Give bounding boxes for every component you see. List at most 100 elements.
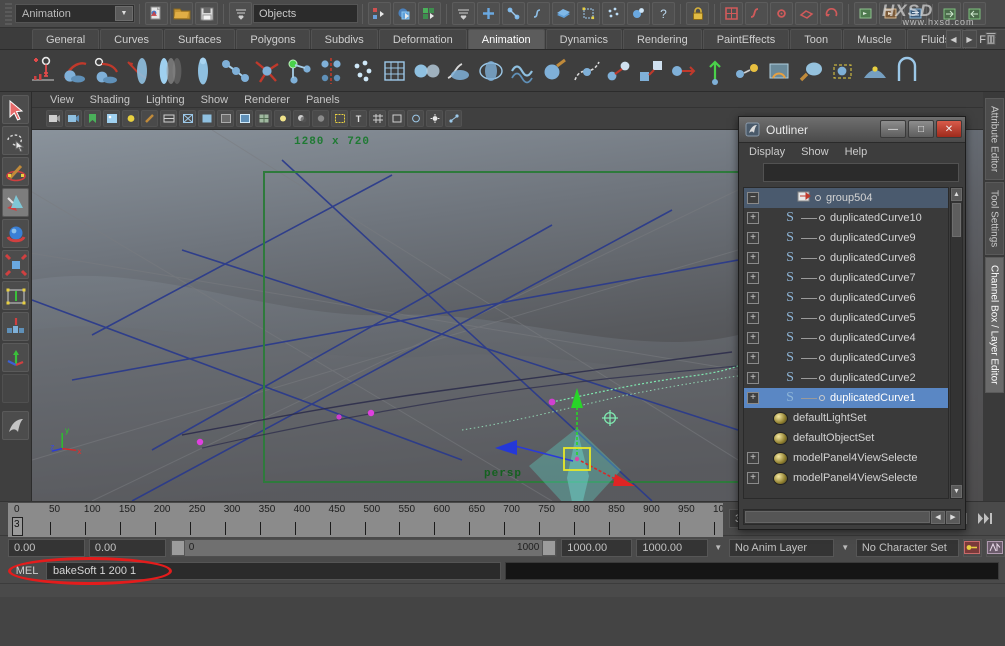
parent-constraint-icon[interactable] (636, 54, 666, 88)
outliner-menu-display[interactable]: Display (749, 146, 785, 158)
anim-layer-field[interactable]: No Anim Layer (729, 539, 835, 557)
character-icon[interactable] (188, 54, 218, 88)
skin-bind-icon[interactable] (124, 54, 154, 88)
status-line-grip[interactable] (5, 3, 12, 25)
shaded-wireframe-icon[interactable] (236, 110, 253, 127)
share-view-icon[interactable] (445, 110, 462, 127)
exposure-icon[interactable] (426, 110, 443, 127)
move-tool[interactable] (2, 188, 29, 217)
outliner-row[interactable]: +modelPanel4ViewSelecte (744, 448, 948, 468)
snap-point-icon[interactable] (770, 2, 793, 25)
outliner-row[interactable]: +SduplicatedCurve8 (744, 248, 948, 268)
auto-key-icon[interactable] (963, 539, 982, 557)
quick-selection-field[interactable]: Objects (253, 4, 358, 23)
maximize-button[interactable]: □ (908, 120, 934, 138)
shelf-tab-polygons[interactable]: Polygons (236, 29, 309, 49)
ik-handle-icon[interactable] (60, 54, 90, 88)
outliner-row[interactable]: +SduplicatedCurve7 (744, 268, 948, 288)
selection-mask-dropdown-icon[interactable] (229, 2, 252, 25)
last-tool-used[interactable] (2, 374, 29, 403)
shelf-prev-button[interactable]: ◀ (946, 30, 961, 48)
soft-modification-icon[interactable] (860, 54, 890, 88)
outliner-title-bar[interactable]: Outliner — □ ✕ (739, 117, 965, 143)
ao-icon[interactable] (312, 110, 329, 127)
outliner-row[interactable]: +SduplicatedCurve10 (744, 208, 948, 228)
surfaces-mask-icon[interactable] (552, 2, 575, 25)
smooth-shade-all-icon[interactable] (198, 110, 215, 127)
select-by-object-icon[interactable] (393, 2, 416, 25)
joint-orient-icon[interactable] (284, 54, 314, 88)
joint-chain-icon[interactable] (220, 54, 250, 88)
tab-tool-settings[interactable]: Tool Settings (985, 182, 1004, 255)
xray-icon[interactable] (160, 110, 177, 127)
expand-icon[interactable]: + (747, 272, 759, 284)
outliner-row[interactable]: defaultObjectSet (744, 428, 948, 448)
viewport-menu-show[interactable]: Show (201, 94, 229, 106)
viewport-menu-renderer[interactable]: Renderer (244, 94, 290, 106)
hardware-texturing-icon[interactable] (255, 110, 272, 127)
isolate-select-icon[interactable] (331, 110, 348, 127)
wireframe-icon[interactable] (179, 110, 196, 127)
bookmark-icon[interactable] (84, 110, 101, 127)
aim-constraint-icon[interactable] (668, 54, 698, 88)
tab-channel-box-layer-editor[interactable]: Channel Box / Layer Editor (985, 257, 1004, 393)
mirror-joint-icon[interactable] (316, 54, 346, 88)
nonlinear-bend-icon[interactable] (892, 54, 922, 88)
soft-modification-tool[interactable] (2, 312, 29, 341)
paint-weights-icon[interactable] (796, 54, 826, 88)
motion-path-icon[interactable] (572, 54, 602, 88)
scale-tool[interactable] (2, 250, 29, 279)
lattice-icon[interactable] (380, 54, 410, 88)
expand-icon[interactable]: + (747, 312, 759, 324)
open-scene-icon[interactable] (170, 2, 193, 25)
outliner-row[interactable]: +SduplicatedCurve4 (744, 328, 948, 348)
sculpt-icon[interactable] (540, 54, 570, 88)
playback-start-field[interactable]: 0.00 (89, 539, 166, 557)
outliner-row[interactable]: defaultLightSet (744, 408, 948, 428)
image-plane-icon[interactable] (103, 110, 120, 127)
playback-end-field[interactable]: 1000.00 (561, 539, 632, 557)
time-playhead[interactable]: 3 (12, 517, 23, 536)
shelf-tab-deformation[interactable]: Deformation (379, 29, 467, 49)
scrollbar-thumb[interactable] (952, 203, 961, 237)
select-camera-icon[interactable] (46, 110, 63, 127)
outliner-row[interactable]: +SduplicatedCurve5 (744, 308, 948, 328)
flat-shade-icon[interactable] (217, 110, 234, 127)
anim-layer-chevron-icon[interactable]: ▼ (712, 539, 725, 557)
time-slider[interactable]: 0501001502002503003504004505005506006507… (8, 503, 723, 537)
viewport-menu-shading[interactable]: Shading (90, 94, 130, 106)
chevron-down-icon[interactable]: ▼ (115, 6, 133, 21)
misc-mask-icon[interactable]: ? (652, 2, 675, 25)
camera-attributes-icon[interactable] (65, 110, 82, 127)
viewport-menu-view[interactable]: View (50, 94, 74, 106)
joint-tool-icon[interactable] (252, 54, 282, 88)
expand-icon[interactable]: + (747, 252, 759, 264)
animation-preferences-icon[interactable] (986, 539, 1005, 557)
shelf-tab-painteffects[interactable]: PaintEffects (703, 29, 790, 49)
outliner-row[interactable]: +SduplicatedCurve9 (744, 228, 948, 248)
render-icon[interactable] (854, 2, 877, 25)
expand-icon[interactable]: + (747, 232, 759, 244)
wrap-icon[interactable] (476, 54, 506, 88)
save-scene-icon[interactable] (195, 2, 218, 25)
outliner-row[interactable]: +SduplicatedCurve2 (744, 368, 948, 388)
universal-manipulator-tool[interactable] (2, 281, 29, 310)
outliner-horizontal-scrollbar[interactable]: ◀ ▶ (743, 509, 961, 525)
outliner-window[interactable]: Outliner — □ ✕ Display Show Help −group5… (738, 116, 966, 530)
joints-mask-icon[interactable] (502, 2, 525, 25)
collapse-icon[interactable]: − (747, 192, 759, 204)
wire-tool-icon[interactable] (444, 54, 474, 88)
deformer-set-icon[interactable] (828, 54, 858, 88)
outliner-row[interactable]: +SduplicatedCurve1 (744, 388, 948, 408)
hscrollbar-thumb[interactable] (745, 511, 930, 523)
minimize-button[interactable]: — (880, 120, 906, 138)
lighting-icon[interactable] (274, 110, 291, 127)
deformers-mask-icon[interactable] (577, 2, 600, 25)
shelf-tab-rendering[interactable]: Rendering (623, 29, 702, 49)
two-sided-lighting-icon[interactable] (122, 110, 139, 127)
outliner-row[interactable]: −group504 (744, 188, 948, 208)
paint-effects-icon[interactable] (141, 110, 158, 127)
outliner-row[interactable]: +SduplicatedCurve3 (744, 348, 948, 368)
character-set-chevron-icon[interactable]: ▼ (838, 539, 851, 557)
expand-icon[interactable]: + (747, 332, 759, 344)
